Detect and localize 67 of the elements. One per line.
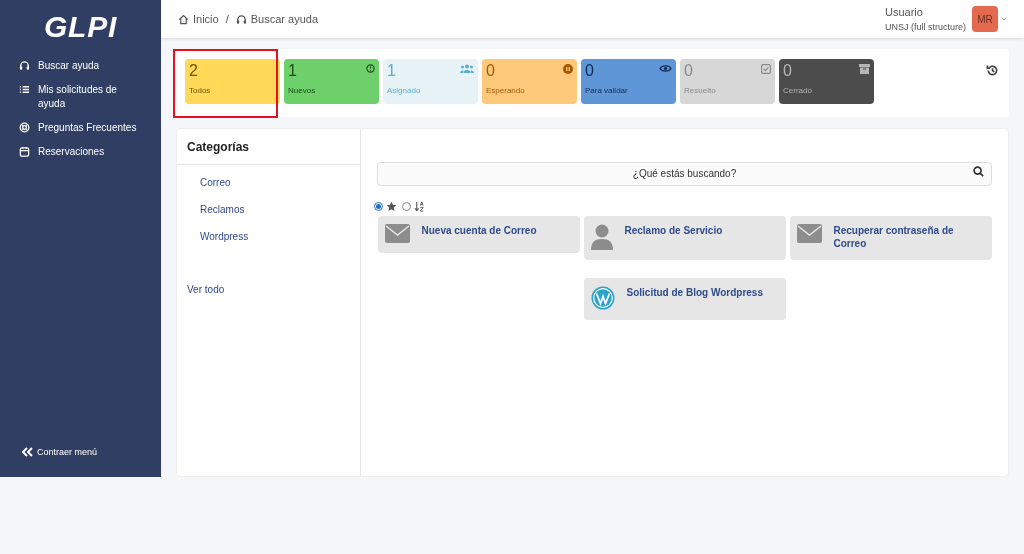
search-icon[interactable]	[973, 166, 984, 177]
form-card[interactable]: Solicitud de Blog Wordpress	[583, 278, 786, 320]
status-tile[interactable]: 0 Para validar	[581, 59, 676, 104]
tile-count: 0	[486, 62, 495, 80]
breadcrumb-link[interactable]: Inicio	[193, 10, 219, 28]
checkbox-icon	[761, 64, 771, 74]
person-icon	[590, 224, 613, 250]
chevrons-left-icon	[22, 447, 33, 458]
headset-icon	[19, 60, 30, 71]
history-icon[interactable]	[986, 64, 999, 77]
tile-count: 1	[387, 62, 396, 80]
caret-icon[interactable]	[1001, 17, 1007, 21]
category-link[interactable]: Correo	[200, 175, 231, 190]
users-icon	[460, 64, 474, 73]
form-card[interactable]: Reclamo de Servicio	[583, 216, 786, 260]
alert-circle-icon	[366, 64, 375, 73]
tile-count: 0	[783, 62, 792, 80]
sidebar-item[interactable]: Buscar ayuda	[0, 56, 161, 76]
envelope-icon	[796, 224, 822, 243]
tile-label: Esperando	[486, 85, 526, 97]
list-icon	[19, 84, 30, 95]
categories-heading: Categorías	[187, 138, 250, 156]
star-icon	[386, 201, 397, 212]
form-title: Reclamo de Servicio	[624, 224, 723, 237]
sidebar-item[interactable]: Preguntas Frecuentes	[0, 118, 161, 138]
sort-icon	[414, 201, 425, 212]
form-title: Recuperar contraseña de Correo	[833, 224, 955, 250]
tile-label: Para validar	[585, 85, 629, 97]
search-field[interactable]: ¿Qué estás buscando?	[377, 161, 992, 186]
sidebar-item[interactable]: Mis solicitudes de ayuda	[0, 80, 161, 114]
user-name: Usuario	[885, 5, 923, 20]
view-all-link[interactable]: Ver todo	[187, 284, 225, 295]
tile-label: Cerrado	[783, 85, 813, 97]
category-link[interactable]: Reclamos	[200, 202, 245, 217]
status-tile[interactable]: 0 Cerrado	[779, 59, 874, 104]
tile-count: 0	[684, 62, 693, 80]
envelope-icon	[384, 224, 410, 243]
home-icon	[178, 13, 189, 25]
lifebuoy-icon	[19, 122, 30, 133]
sidebar-item[interactable]: Reservaciones	[0, 142, 161, 162]
tile-count: 2	[189, 62, 198, 80]
tile-label: Resuelto	[684, 85, 717, 97]
form-title: Nueva cuenta de Correo	[421, 224, 537, 237]
pause-icon	[563, 64, 573, 74]
tile-label: Asignado	[387, 85, 422, 97]
archive-icon	[859, 64, 870, 74]
form-title: Solicitud de Blog Wordpress	[626, 286, 763, 299]
wordpress-icon	[590, 286, 615, 310]
status-tile[interactable]: 1 Nuevos	[284, 59, 379, 104]
tile-label: Todos	[189, 85, 212, 97]
logo[interactable]: GLPI	[44, 3, 117, 49]
category-link[interactable]: Wordpress	[200, 229, 249, 244]
headset-icon	[235, 13, 247, 25]
status-tile[interactable]: 2 Todos	[185, 59, 280, 104]
eye-icon	[659, 64, 672, 73]
radio-button[interactable]	[374, 202, 383, 211]
tile-label: Nuevos	[288, 85, 317, 97]
status-tile[interactable]: 0 Esperando	[482, 59, 577, 104]
tile-count: 1	[288, 62, 297, 80]
collapse-menu-link[interactable]: Contraer menú	[37, 445, 98, 459]
tile-count: 0	[585, 62, 594, 80]
calendar-icon	[19, 146, 30, 157]
breadcrumb-link[interactable]: Buscar ayuda	[250, 10, 318, 28]
breadcrumb-separator: /	[225, 11, 229, 27]
form-card[interactable]: Recuperar contraseña de Correo	[789, 216, 992, 260]
form-card[interactable]: Nueva cuenta de Correo	[377, 216, 580, 253]
user-entity: UNSJ (full structure)	[885, 20, 966, 34]
